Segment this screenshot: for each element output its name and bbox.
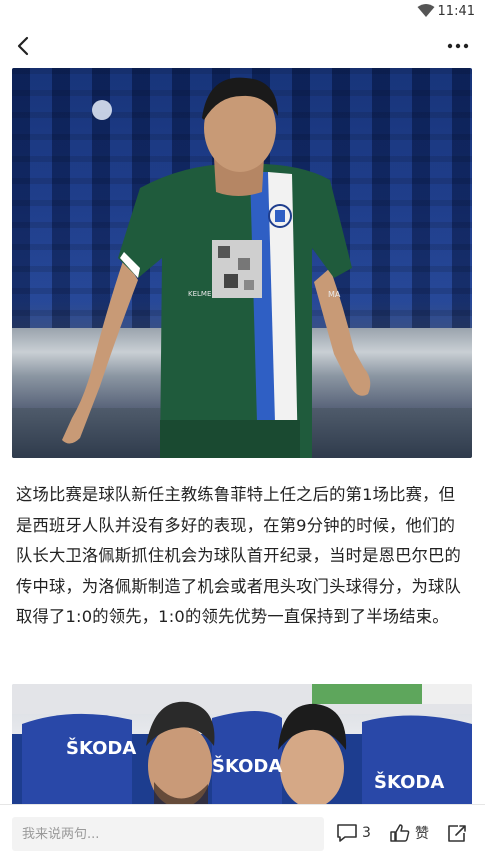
sponsor-board-3: ŠKODA bbox=[374, 772, 445, 793]
sponsor-board-2: ŠKODA bbox=[212, 756, 283, 777]
bottom-action-bar: 3 赞 bbox=[0, 804, 485, 863]
wifi-icon bbox=[417, 4, 435, 17]
comment-count: 3 bbox=[362, 825, 371, 841]
share-icon bbox=[448, 825, 466, 842]
comment-button[interactable]: 3 bbox=[336, 823, 371, 843]
like-button[interactable]: 赞 bbox=[389, 823, 429, 843]
article-image-player[interactable]: KELME MA bbox=[12, 68, 472, 458]
more-options-icon[interactable] bbox=[445, 34, 471, 58]
top-nav bbox=[0, 24, 485, 68]
status-time: 11:41 bbox=[437, 4, 475, 19]
back-arrow-icon[interactable] bbox=[12, 34, 36, 58]
share-button[interactable] bbox=[446, 823, 468, 847]
comment-icon bbox=[337, 824, 357, 842]
article-paragraph: 这场比赛是球队新任主教练鲁菲特上任之后的第1场比赛，但是西班牙人队并没有多好的表… bbox=[16, 485, 461, 626]
thumbs-up-icon bbox=[390, 824, 410, 842]
like-label: 赞 bbox=[415, 826, 429, 842]
comment-input[interactable] bbox=[12, 817, 324, 851]
player-figure bbox=[62, 77, 371, 458]
status-bar: 11:41 bbox=[0, 0, 485, 24]
shirt-brand-text: KELME bbox=[188, 290, 212, 298]
shirt-sleeve-text: MA bbox=[328, 290, 341, 299]
sponsor-board-1: ŠKODA bbox=[66, 738, 137, 759]
